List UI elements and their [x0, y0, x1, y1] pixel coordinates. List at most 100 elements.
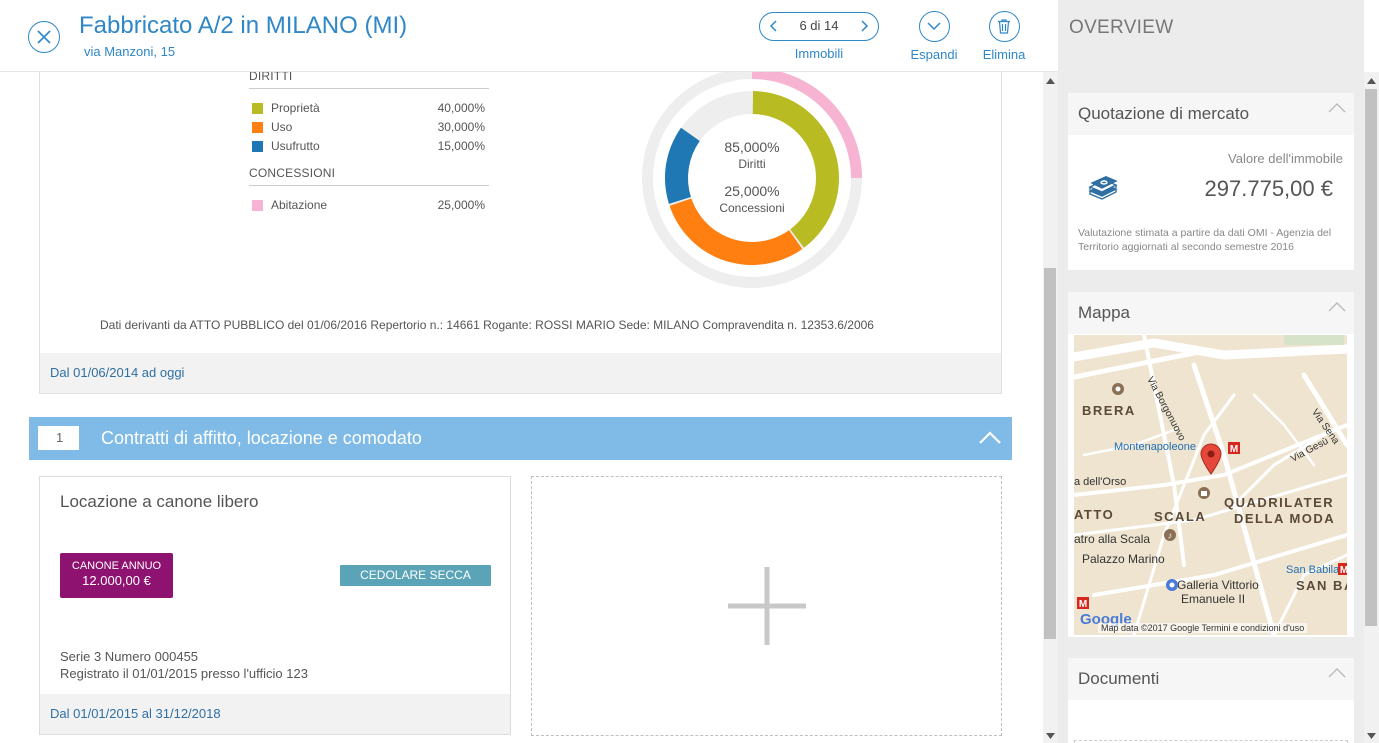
header-bar: Fabbricato A/2 in MILANO (MI) via Manzon… [0, 0, 1058, 72]
map-pin-icon[interactable] [1200, 443, 1222, 475]
property-pager: 6 di 14 [759, 12, 879, 41]
map-label-galleria: Galleria Vittorio [1177, 578, 1259, 592]
legend-swatch [252, 200, 263, 211]
map-view[interactable]: BRERA Via Borgonuovo Montenapoleone Via … [1074, 335, 1347, 635]
donut-diritti-percent: 85,000% [724, 139, 780, 155]
overview-title: OVERVIEW [1069, 17, 1174, 38]
property-value: 297.775,00 € [1204, 176, 1333, 201]
contract-period: Dal 01/01/2015 al 31/12/2018 [50, 706, 221, 721]
rights-legend: DIRITTI Proprietà 40,000% Uso 30,000% Us… [249, 72, 489, 217]
scroll-down-arrow-icon[interactable] [1367, 733, 1376, 739]
contract-card[interactable]: Locazione a canone libero CANONE ANNUO 1… [39, 476, 511, 735]
delete-label: Elimina [982, 47, 1026, 62]
scroll-down-arrow-icon[interactable] [1046, 733, 1055, 739]
page-title: Fabbricato A/2 in MILANO (MI) [79, 12, 408, 39]
market-quote-card: Quotazione di mercato Valore dell'immobi… [1068, 93, 1354, 270]
main-content[interactable]: DIRITTI Proprietà 40,000% Uso 30,000% Us… [0, 72, 1043, 743]
pager-label[interactable]: Immobili [759, 46, 879, 61]
overview-panel: OVERVIEW Quotazione di mercato Valore de… [1058, 0, 1364, 743]
svg-text:M: M [1079, 599, 1087, 609]
documents-title: Documenti [1078, 669, 1160, 688]
map-header[interactable]: Mappa [1068, 292, 1354, 334]
rights-period: Dal 01/06/2014 ad oggi [50, 365, 185, 380]
poi-landmark-icon [1112, 383, 1124, 395]
legend-swatch [252, 103, 263, 114]
map-attribution[interactable]: Map data ©2017 Google Termini e condizio… [1098, 623, 1308, 633]
legend-percent: 40,000% [437, 101, 485, 115]
contract-footer: Dal 01/01/2015 al 31/12/2018 [40, 694, 510, 734]
overview-header: OVERVIEW [1058, 0, 1364, 72]
legend-percent: 30,000% [437, 120, 485, 134]
poi-museum-icon [1198, 487, 1210, 499]
contracts-section-title: Contratti di affitto, locazione e comoda… [101, 428, 422, 448]
map-label-san-babila: SAN BA [1296, 578, 1347, 593]
delete-button[interactable]: Elimina [974, 11, 1034, 62]
chevron-up-icon[interactable] [1328, 102, 1346, 113]
scroll-up-arrow-icon[interactable] [1367, 78, 1376, 84]
plus-icon [728, 567, 806, 645]
metro-icon: M [1077, 597, 1089, 609]
annual-fee-value: 12.000,00 € [82, 573, 151, 588]
chevron-up-icon[interactable] [1328, 667, 1346, 678]
scrollbar-thumb[interactable] [1044, 268, 1056, 639]
map-label-orso: a dell'Orso [1074, 476, 1127, 488]
market-quote-header[interactable]: Quotazione di mercato [1068, 93, 1354, 135]
close-icon [37, 30, 51, 44]
map-label-teatro: atro alla Scala [1074, 532, 1151, 546]
poi-landmark-icon [1166, 579, 1178, 591]
chevron-up-icon[interactable] [979, 431, 1001, 445]
valuation-note: Valutazione stimata a partire da dati OM… [1078, 227, 1332, 253]
legend-name: Usufrutto [271, 139, 320, 153]
map-label-atto: ATTO [1074, 507, 1115, 522]
donut-diritti-label: Diritti [738, 157, 766, 171]
legend-name: Abitazione [271, 198, 328, 212]
contracts-section-header[interactable]: 1 Contratti di affitto, locazione e como… [29, 417, 1012, 460]
add-contract-button[interactable] [531, 476, 1002, 736]
legend-name: Uso [271, 120, 293, 134]
money-stack-icon [1088, 176, 1118, 200]
poi-theatre-icon: ♪ [1164, 529, 1176, 541]
map-label-scala: SCALA [1154, 509, 1207, 524]
rights-card: DIRITTI Proprietà 40,000% Uso 30,000% Us… [39, 72, 1002, 394]
map-label-brera: BRERA [1082, 403, 1136, 418]
legend-group-diritti: DIRITTI [249, 72, 489, 89]
close-button[interactable] [28, 21, 60, 53]
donut-concessioni-label: Concessioni [719, 201, 785, 215]
property-value-label: Valore dell'immobile [1228, 151, 1343, 166]
annual-fee-label: CANONE ANNUO [71, 560, 162, 572]
panel-scrollbar[interactable] [1364, 72, 1379, 743]
documents-header[interactable]: Documenti [1068, 658, 1354, 700]
annual-fee-badge: CANONE ANNUO 12.000,00 € [60, 553, 173, 598]
expand-button[interactable]: Espandi [904, 11, 964, 62]
legend-row-abitazione: Abitazione 25,000% [249, 198, 489, 217]
rights-donut-chart [642, 72, 862, 288]
map-title: Mappa [1078, 303, 1130, 322]
map-label-quadrilatero: QUADRILATER [1224, 495, 1335, 510]
legend-row-usufrutto: Usufrutto 15,000% [249, 139, 489, 158]
source-note: Dati derivanti da ATTO PUBBLICO del 01/0… [100, 318, 874, 332]
contract-registration-number: Serie 3 Numero 000455 [60, 649, 199, 664]
chevron-down-icon [926, 22, 941, 31]
donut-concessioni-percent: 25,000% [724, 183, 780, 199]
legend-group-concessioni: CONCESSIONI [249, 166, 489, 186]
chevron-right-icon[interactable] [856, 18, 872, 34]
metro-icon: M [1228, 442, 1240, 454]
legend-row-uso: Uso 30,000% [249, 120, 489, 139]
chevron-up-icon[interactable] [1328, 301, 1346, 312]
main-scrollbar[interactable] [1043, 72, 1058, 743]
scrollbar-thumb[interactable] [1365, 89, 1377, 626]
page-subtitle: via Manzoni, 15 [84, 44, 176, 59]
legend-percent: 25,000% [437, 198, 485, 212]
svg-text:♪: ♪ [1168, 531, 1173, 541]
map-label-moda: DELLA MODA [1234, 511, 1336, 526]
trash-icon [997, 19, 1010, 34]
svg-text:M: M [1230, 444, 1238, 454]
map-label-palazzo-marino: Palazzo Marino [1082, 552, 1165, 566]
legend-row-proprieta: Proprietà 40,000% [249, 101, 489, 120]
legend-swatch [252, 141, 263, 152]
legend-swatch [252, 122, 263, 133]
contracts-count: 1 [38, 426, 79, 450]
scroll-up-arrow-icon[interactable] [1046, 78, 1055, 84]
tax-regime-tag: CEDOLARE SECCA [340, 565, 491, 586]
legend-name: Proprietà [271, 101, 320, 115]
